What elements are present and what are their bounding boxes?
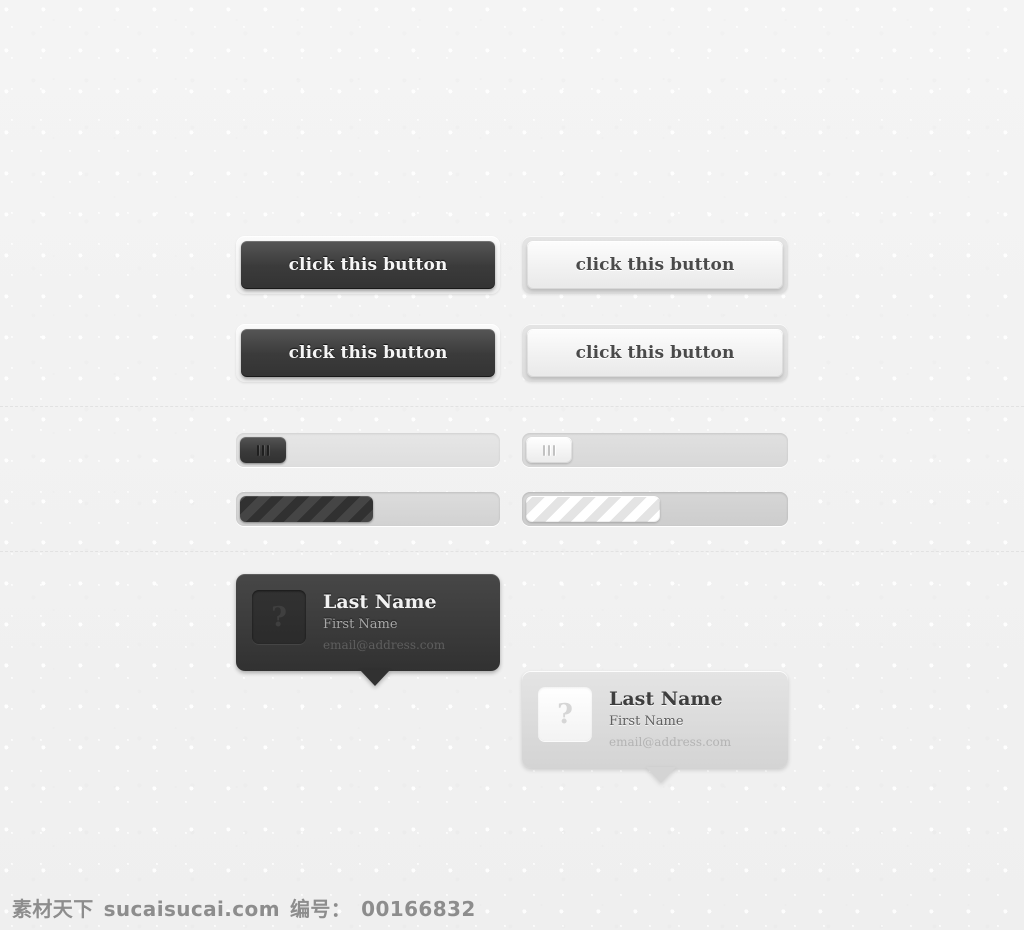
section-divider-1 <box>0 406 1024 407</box>
light-slider[interactable] <box>522 433 788 467</box>
dark-click-button-1[interactable]: click this button <box>241 241 495 289</box>
dark-button-1-bezel: click this button <box>236 236 500 294</box>
card-pointer-icon <box>360 670 390 686</box>
grip-lines-icon <box>548 444 550 456</box>
card-pointer-icon <box>646 767 676 783</box>
watermark-site-cn: 素材天下 <box>12 897 94 921</box>
light-progress-bar <box>522 492 788 526</box>
watermark: 素材天下 sucaisucai.com 编号： 00166832 <box>12 893 476 922</box>
light-user-card[interactable]: ? Last Name First Name email@address.com <box>522 671 788 783</box>
watermark-id-label: 编号： <box>289 897 352 921</box>
watermark-id-value: 00166832 <box>361 897 476 921</box>
user-email: email@address.com <box>609 735 732 750</box>
grip-lines-icon <box>267 444 269 456</box>
light-click-button-1[interactable]: click this button <box>527 241 783 289</box>
dark-progress-bar <box>236 492 500 526</box>
watermark-site-url: sucaisucai.com <box>103 897 280 921</box>
button-bezel: click this button <box>522 324 788 382</box>
button-bezel: click this button <box>522 236 788 294</box>
ui-kit-canvas: click this button click this button clic… <box>0 0 1024 930</box>
light-button-1-bezel: click this button <box>522 236 788 294</box>
grip-lines-icon <box>543 444 545 456</box>
progress-track <box>236 492 500 526</box>
avatar-placeholder-icon[interactable]: ? <box>252 590 306 644</box>
slider-handle[interactable] <box>240 437 286 463</box>
user-last-name: Last Name <box>609 688 723 710</box>
button-bezel: click this button <box>236 236 500 294</box>
user-card-text: Last Name First Name email@address.com <box>323 590 445 657</box>
dark-slider[interactable] <box>236 433 500 467</box>
slider-track[interactable] <box>522 433 788 467</box>
slider-track[interactable] <box>236 433 500 467</box>
user-last-name: Last Name <box>323 591 437 613</box>
slider-handle[interactable] <box>526 437 572 463</box>
grip-lines-icon <box>257 444 259 456</box>
dark-button-2-bezel: click this button <box>236 324 500 382</box>
dark-click-button-2[interactable]: click this button <box>241 329 495 377</box>
user-card-text: Last Name First Name email@address.com <box>609 687 731 754</box>
avatar-placeholder-icon[interactable]: ? <box>538 687 592 741</box>
progress-fill <box>526 496 661 522</box>
light-click-button-2[interactable]: click this button <box>527 329 783 377</box>
grip-lines-icon <box>553 444 555 456</box>
user-first-name: First Name <box>323 616 398 632</box>
user-card[interactable]: ? Last Name First Name email@address.com <box>522 671 788 768</box>
progress-fill <box>240 496 374 522</box>
button-bezel: click this button <box>236 324 500 382</box>
user-card[interactable]: ? Last Name First Name email@address.com <box>236 574 500 671</box>
grip-lines-icon <box>262 444 264 456</box>
progress-track <box>522 492 788 526</box>
dark-user-card[interactable]: ? Last Name First Name email@address.com <box>236 574 500 686</box>
section-divider-2 <box>0 551 1024 552</box>
light-button-2-bezel: click this button <box>522 324 788 382</box>
user-first-name: First Name <box>609 713 684 729</box>
user-email: email@address.com <box>323 638 446 653</box>
